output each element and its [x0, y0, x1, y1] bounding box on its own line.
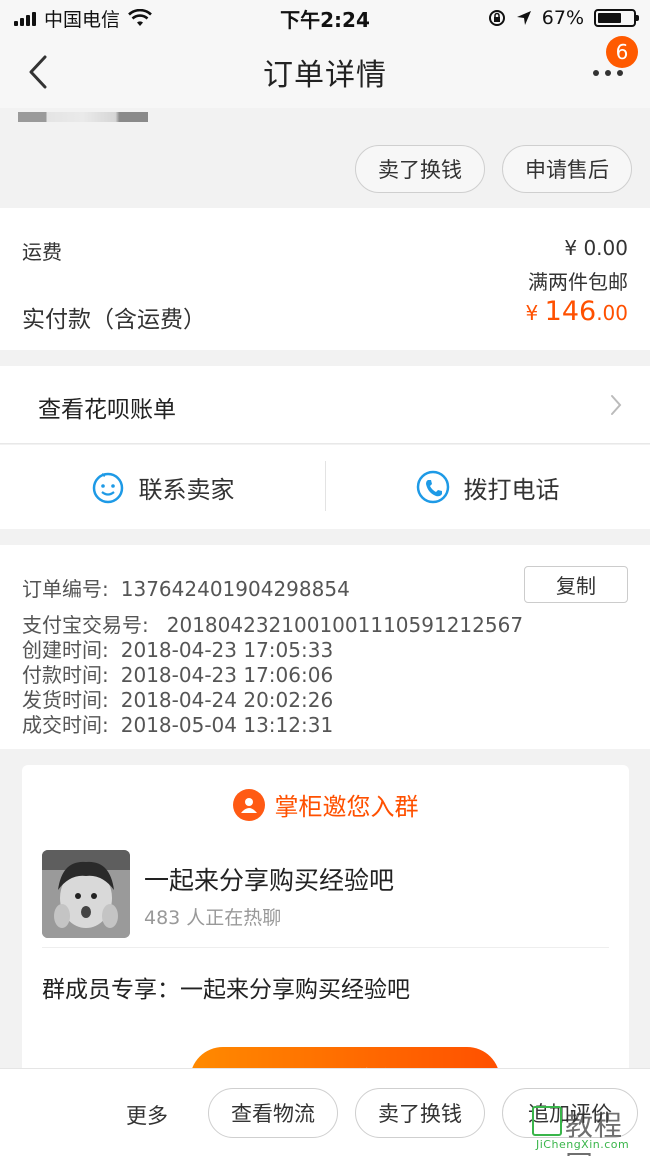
sell-button-bottom[interactable]: 卖了换钱: [355, 1088, 485, 1138]
info-value: 137642401904298854: [120, 577, 350, 601]
paid-label: 实付款（含运费）: [22, 307, 206, 333]
chevron-left-icon: [29, 55, 47, 89]
huabei-bill-row[interactable]: 查看花呗账单: [0, 366, 650, 444]
dot-icon: [605, 70, 611, 76]
location-icon: [516, 11, 531, 25]
group-chat-icon: [232, 788, 265, 821]
divider: [325, 461, 326, 511]
carrier-label: 中国电信: [44, 8, 121, 31]
watermark: 教程网 JiChengXin.com: [532, 1106, 644, 1156]
wifi-icon: [128, 9, 152, 26]
back-button[interactable]: [18, 50, 58, 94]
shipping-note: 满两件包邮: [528, 270, 628, 294]
notification-badge: 6: [606, 36, 638, 68]
paid-amount: ¥ 146.00: [526, 296, 628, 327]
call-button[interactable]: 拨打电话: [325, 445, 650, 529]
top-actions: 卖了换钱 申请售后: [0, 108, 650, 208]
paid-integer: 146: [544, 296, 597, 327]
nav-bar: 订单详情 6: [0, 36, 650, 108]
copy-button[interactable]: 复制: [524, 566, 628, 603]
group-header: 掌柜邀您入群: [22, 787, 629, 822]
dot-icon: [617, 70, 623, 76]
paid-currency: ¥: [525, 301, 545, 325]
shipping-value: ¥ 0.00: [564, 236, 628, 260]
group-member-count: 483 人正在热聊: [144, 907, 282, 929]
group-header-title: 掌柜邀您入群: [274, 793, 419, 821]
dot-icon: [593, 70, 599, 76]
contact-seller-button[interactable]: 联系卖家: [0, 445, 325, 529]
completed-time-line: 成交时间: 2018-05-04 13:12:31: [22, 709, 333, 738]
battery-percent: 67%: [541, 7, 584, 29]
status-bar: 中国电信 下午2:24 67%: [0, 0, 650, 36]
info-label: 成交时间:: [22, 713, 109, 737]
info-label: 订单编号:: [22, 577, 109, 601]
order-number-line: 订单编号: 137642401904298854: [22, 573, 350, 602]
shipping-label: 运费: [22, 240, 62, 264]
blurred-content: [18, 112, 148, 122]
orientation-lock-icon: [488, 10, 505, 26]
signal-icon: [14, 10, 36, 26]
info-value: 2018-05-04 13:12:31: [120, 713, 334, 737]
payment-summary: 运费 ¥ 0.00 满两件包邮 实付款（含运费） ¥ 146.00: [0, 208, 650, 350]
divider: [42, 947, 609, 948]
page-title: 订单详情: [263, 58, 387, 93]
paid-decimal: .00: [596, 301, 628, 325]
phone-icon: [416, 470, 449, 504]
chevron-right-icon: [611, 395, 622, 415]
battery-icon: [594, 9, 639, 27]
watermark-sub: JiChengXin.com: [536, 1138, 630, 1151]
more-button[interactable]: 更多: [126, 1100, 168, 1130]
status-right: 67%: [488, 7, 639, 29]
view-logistics-button[interactable]: 查看物流: [208, 1088, 338, 1138]
call-label: 拨打电话: [463, 475, 560, 504]
group-invite-card: 掌柜邀您入群 一起来分享购买经验吧 483 人正在热聊 群成员专享：一起来分享购…: [22, 765, 629, 1113]
group-exclusive-text: 群成员专享：一起来分享购买经验吧: [42, 977, 410, 1003]
group-avatar: [42, 850, 130, 938]
group-name: 一起来分享购买经验吧: [144, 866, 395, 895]
after-sale-button[interactable]: 申请售后: [502, 145, 632, 193]
contact-row: 联系卖家 拨打电话: [0, 445, 650, 529]
watermark-logo-icon: [532, 1106, 562, 1136]
chat-face-icon: [92, 472, 123, 504]
order-info: 订单编号: 137642401904298854 复制 支付宝交易号: 201804…: [0, 545, 650, 749]
clock: 下午2:24: [280, 7, 370, 32]
contact-seller-label: 联系卖家: [138, 475, 235, 504]
sell-button[interactable]: 卖了换钱: [355, 145, 485, 193]
status-left: 中国电信: [14, 5, 152, 32]
huabei-bill-label: 查看花呗账单: [38, 397, 176, 423]
